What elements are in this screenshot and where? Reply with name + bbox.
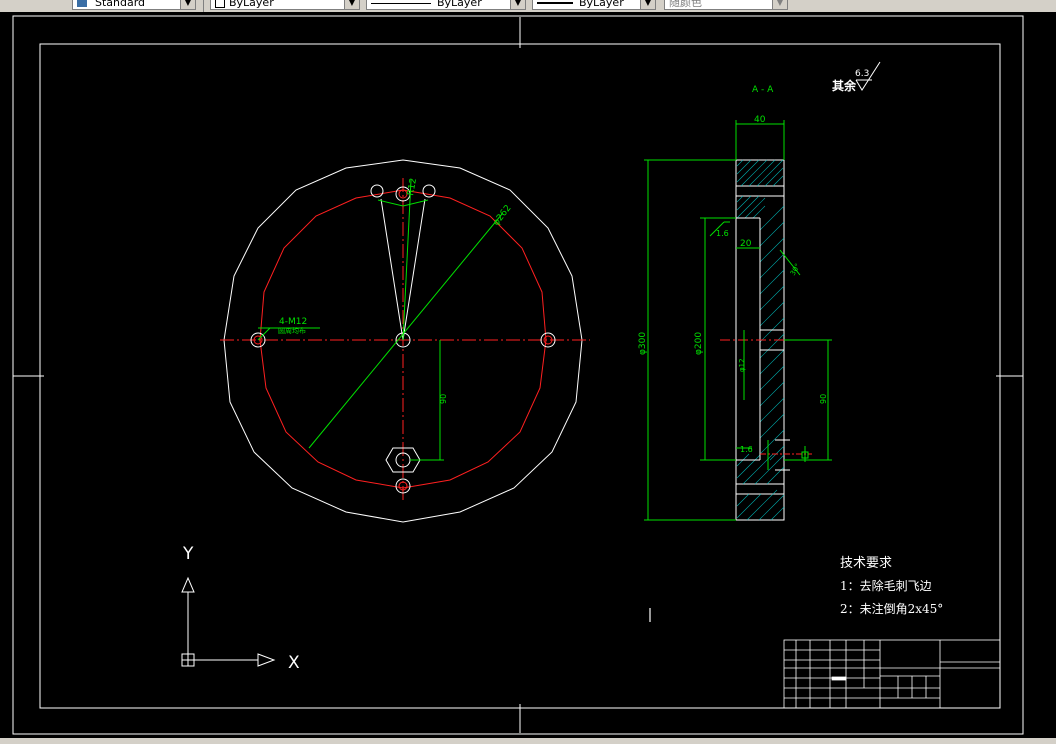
radius-label: R12 bbox=[406, 177, 419, 196]
title-block bbox=[783, 639, 1001, 709]
step-width-label: 20 bbox=[740, 239, 752, 249]
small-dia-label: φ12 bbox=[738, 358, 746, 372]
holes-label: 4-M12 bbox=[279, 317, 307, 327]
holes-note: 圆周均布 bbox=[278, 326, 306, 335]
drawing-border bbox=[12, 15, 1024, 735]
cad-drawing[interactable]: φ262 R12 4-M12 圆周均布 90 A - A 40 φ300 φ20… bbox=[0, 0, 1056, 744]
outer-dia-label: φ300 bbox=[638, 332, 648, 355]
chamfer-a-label: 1.6 bbox=[716, 229, 729, 238]
center-offset-label: 90 bbox=[439, 394, 448, 404]
ucs-x-label: X bbox=[288, 653, 300, 673]
bore-dia-label: φ200 bbox=[694, 332, 704, 355]
section-view: A - A 40 φ300 φ200 20 1.6 1.6 φ12 90 30° bbox=[638, 85, 832, 521]
ucs-y-label: Y bbox=[182, 544, 194, 564]
status-bar bbox=[0, 738, 1056, 744]
chamfer-b-label: 1.6 bbox=[740, 445, 753, 454]
tech-req-2: 2：未注倒角2x45° bbox=[840, 601, 943, 616]
surface-note-label: 其余 bbox=[832, 78, 857, 93]
section-title: A - A bbox=[752, 85, 774, 95]
tech-req-1: 1：去除毛刺飞边 bbox=[840, 578, 932, 593]
tech-req-title: 技术要求 bbox=[840, 556, 892, 571]
pitch-diameter-label: φ262 bbox=[491, 203, 513, 227]
technical-requirements: 技术要求 1：去除毛刺飞边 2：未注倒角2x45° bbox=[840, 556, 943, 616]
ucs-icon bbox=[181, 576, 276, 667]
right-offset-label: 90 bbox=[819, 394, 828, 404]
surface-roughness-note: 其余 6.3 bbox=[832, 61, 881, 93]
thickness-label: 40 bbox=[754, 115, 766, 125]
roughness-value: 6.3 bbox=[855, 69, 869, 79]
flange-front-view: φ262 R12 4-M12 圆周均布 90 bbox=[220, 159, 590, 523]
